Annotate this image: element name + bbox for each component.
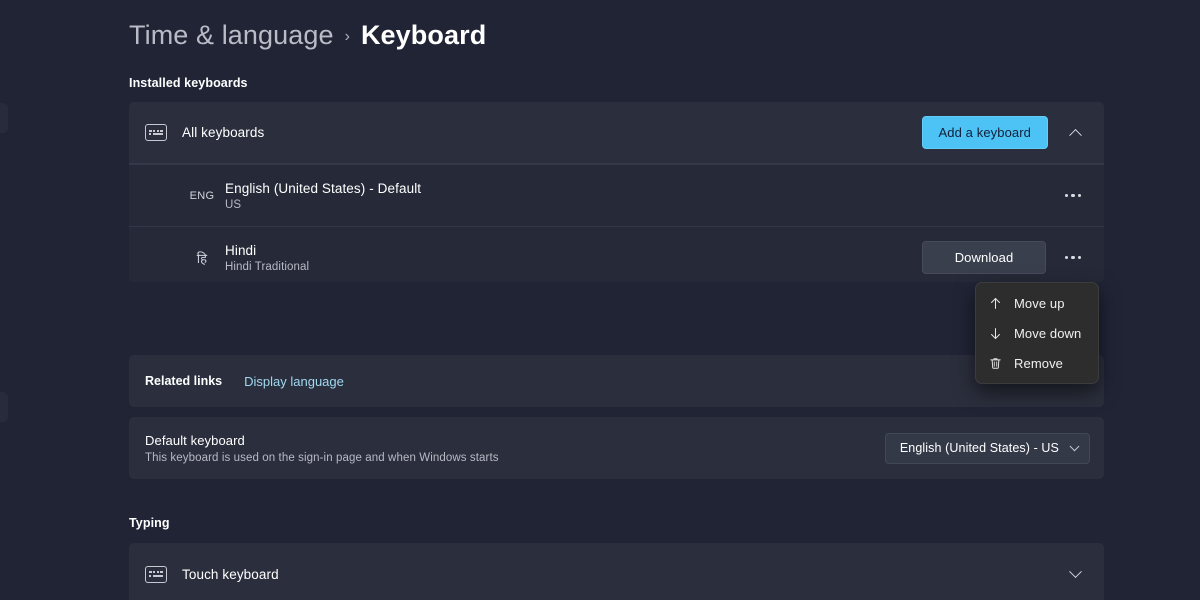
language-layout: US [225, 199, 421, 211]
keyboard-icon [145, 566, 167, 583]
default-keyboard-description: This keyboard is used on the sign-in pag… [145, 452, 499, 464]
breadcrumb-separator-icon: › [345, 25, 350, 46]
ellipsis-icon[interactable] [1056, 243, 1090, 273]
default-keyboard-card: Default keyboard This keyboard is used o… [129, 417, 1104, 479]
all-keyboards-row[interactable]: All keyboards Add a keyboard [129, 102, 1104, 164]
default-tag: - Default [365, 181, 421, 196]
add-a-keyboard-button[interactable]: Add a keyboard [922, 116, 1048, 149]
related-links-card: Related links Display language [129, 355, 1104, 407]
touch-keyboard-expand-button[interactable] [1060, 559, 1090, 589]
typing-label: Typing [129, 516, 170, 530]
language-text: Hindi Hindi Traditional [225, 243, 309, 273]
chevron-up-icon [1069, 129, 1082, 142]
language-name-line: English (United States) - Default [225, 181, 421, 196]
language-layout: Hindi Traditional [225, 261, 309, 273]
keyboard-icon [145, 124, 167, 141]
keyboard-list-item-1[interactable]: हि Hindi Hindi Traditional Download [129, 226, 1104, 282]
default-keyboard-dropdown[interactable]: English (United States) - US [885, 433, 1090, 464]
ellipsis-icon[interactable] [1056, 181, 1090, 211]
related-links-row: Related links Display language [129, 355, 1104, 407]
touch-keyboard-card[interactable]: Touch keyboard [129, 543, 1104, 600]
default-keyboard-selected-value: English (United States) - US [900, 441, 1059, 455]
breadcrumb: Time & language › Keyboard [129, 20, 486, 51]
all-keyboards-collapse-button[interactable] [1060, 118, 1090, 148]
language-abbreviation: ENG [185, 190, 219, 202]
menu-item-label: Move down [1014, 326, 1081, 341]
touch-keyboard-label: Touch keyboard [182, 567, 279, 582]
menu-item-move-up[interactable]: Move up [979, 288, 1095, 318]
language-name: Hindi [225, 243, 256, 258]
default-keyboard-row: Default keyboard This keyboard is used o… [129, 417, 1104, 479]
arrow-down-icon [987, 325, 1003, 341]
chevron-down-icon [1070, 441, 1080, 451]
display-language-link[interactable]: Display language [244, 374, 344, 389]
related-links-label: Related links [145, 374, 222, 388]
language-text: English (United States) - Default US [225, 181, 421, 211]
installed-keyboards-card: All keyboards Add a keyboard ENG English… [129, 102, 1104, 282]
default-keyboard-title: Default keyboard [145, 433, 499, 448]
all-keyboards-label: All keyboards [182, 125, 264, 140]
language-abbreviation: हि [185, 249, 219, 267]
trash-icon [987, 355, 1003, 371]
menu-item-remove[interactable]: Remove [979, 348, 1095, 378]
menu-item-move-down[interactable]: Move down [979, 318, 1095, 348]
download-button[interactable]: Download [922, 241, 1046, 274]
language-name: English (United States) [225, 181, 365, 196]
installed-keyboards-label: Installed keyboards [129, 76, 248, 90]
menu-item-label: Move up [1014, 296, 1065, 311]
page-title: Keyboard [361, 20, 486, 51]
touch-keyboard-row[interactable]: Touch keyboard [129, 543, 1104, 600]
sidebar-nav-fragment-bottom[interactable] [0, 392, 8, 422]
menu-item-label: Remove [1014, 356, 1063, 371]
chevron-down-icon [1069, 565, 1082, 578]
default-keyboard-text: Default keyboard This keyboard is used o… [145, 433, 499, 464]
breadcrumb-parent[interactable]: Time & language [129, 20, 334, 51]
language-name-line: Hindi [225, 243, 309, 258]
keyboard-list-item-0[interactable]: ENG English (United States) - Default US [129, 164, 1104, 226]
sidebar-nav-fragment-top[interactable] [0, 103, 8, 133]
context-menu: Move up Move down Remove [975, 282, 1099, 384]
arrow-up-icon [987, 295, 1003, 311]
